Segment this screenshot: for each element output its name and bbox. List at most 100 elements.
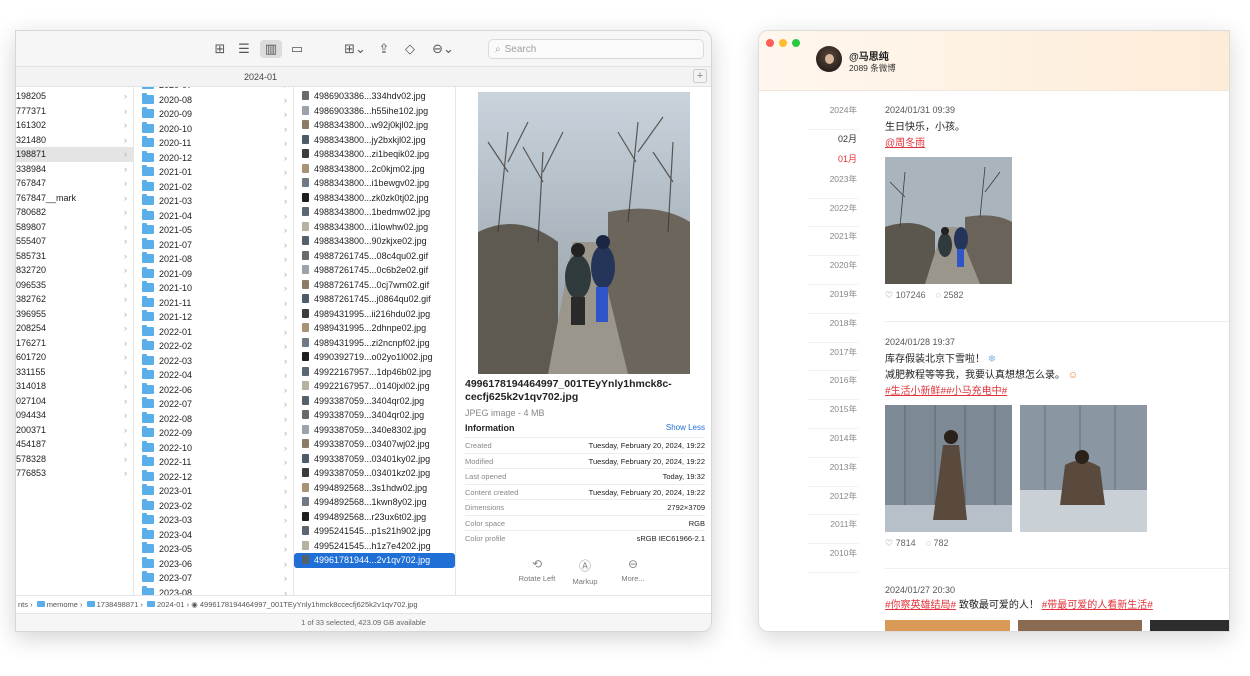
- file-row[interactable]: 4995241545...p1s21h902.jpg: [294, 524, 455, 539]
- folder-row[interactable]: 161302 ›: [16, 118, 133, 133]
- file-row[interactable]: 4986903386...334hdv02.jpg: [294, 89, 455, 104]
- column-1[interactable]: 198205 › 777371 › 161302 › 321480 › 198871 › 33898…: [16, 87, 134, 595]
- folder-row[interactable]: 2022-07 ›: [134, 397, 293, 412]
- folder-row[interactable]: 2021-11 ›: [134, 295, 293, 311]
- folder-row[interactable]: 2022-11 ›: [134, 455, 293, 470]
- folder-row[interactable]: 027104 ›: [16, 394, 133, 409]
- year-nav-item[interactable]: 2017年: [807, 343, 859, 372]
- file-row[interactable]: 4988343800...90zkjxe02.jpg: [294, 234, 455, 249]
- file-row[interactable]: 4988343800...i1lowhw02.jpg: [294, 220, 455, 235]
- tag-icon[interactable]: ◇: [402, 40, 418, 58]
- file-row[interactable]: 4993387059...03401ky02.jpg: [294, 452, 455, 467]
- more-actions-icon[interactable]: ⊖⌄: [430, 40, 456, 58]
- folder-row[interactable]: 2020-10 ›: [134, 121, 293, 137]
- year-nav-item[interactable]: 2024年: [807, 101, 859, 130]
- folder-row[interactable]: 200371 ›: [16, 423, 133, 438]
- year-nav-item[interactable]: 2020年: [807, 256, 859, 285]
- more-button[interactable]: ⊖ More...: [603, 557, 663, 583]
- folder-row[interactable]: 2023-02 ›: [134, 498, 293, 514]
- crumb-3[interactable]: 2024-01: [157, 600, 185, 609]
- crumb-0[interactable]: nts: [18, 600, 28, 609]
- minimize-window-button[interactable]: [779, 39, 787, 47]
- folder-row[interactable]: 2021-03 ›: [134, 194, 293, 209]
- folder-row[interactable]: 2021-08 ›: [134, 252, 293, 267]
- file-row[interactable]: 49922167957...0140jxl02.jpg: [294, 379, 455, 394]
- folder-row[interactable]: 585731 ›: [16, 249, 133, 264]
- folder-row[interactable]: 096535 ›: [16, 278, 133, 293]
- year-nav-item[interactable]: 2022年: [807, 199, 859, 228]
- year-nav-item[interactable]: 2012年: [807, 487, 859, 516]
- file-row[interactable]: 4988343800...zk0zk0tj02.jpg: [294, 191, 455, 206]
- folder-row[interactable]: 589807 ›: [16, 220, 133, 235]
- folder-row[interactable]: 2020-11 ›: [134, 136, 293, 151]
- year-nav-item[interactable]: 2014年: [807, 429, 859, 458]
- file-row[interactable]: 4993387059...3404qr02.jpg: [294, 408, 455, 423]
- crumb-4[interactable]: 4996178194464997_001TEyYnly1hmck8ccecfj6…: [200, 600, 418, 609]
- folder-row[interactable]: 2021-07 ›: [134, 237, 293, 253]
- folder-row[interactable]: 454187 ›: [16, 437, 133, 452]
- folder-row[interactable]: 382762 ›: [16, 292, 133, 307]
- folder-row[interactable]: 2022-09 ›: [134, 426, 293, 441]
- year-nav-item[interactable]: 2011年: [807, 515, 859, 545]
- folder-row[interactable]: 2023-05 ›: [134, 542, 293, 557]
- group-by-icon[interactable]: ⊞⌄: [342, 40, 368, 58]
- folder-row[interactable]: 767847 ›: [16, 176, 133, 191]
- folder-row[interactable]: 198871 ›: [16, 147, 133, 162]
- like-button[interactable]: ♡ 7814: [885, 538, 916, 549]
- file-row[interactable]: 4993387059...3404qr02.jpg: [294, 394, 455, 409]
- folder-row[interactable]: 2023-06 ›: [134, 556, 293, 572]
- folder-row[interactable]: 777371 ›: [16, 104, 133, 119]
- folder-row[interactable]: 338984 ›: [16, 162, 133, 177]
- post-image[interactable]: [885, 620, 1010, 631]
- show-less-link[interactable]: Show Less: [666, 423, 705, 432]
- file-row[interactable]: 49887261745...0cj7wm02.gif: [294, 278, 455, 293]
- file-row[interactable]: 4990392719...o02yo1l002.jpg: [294, 350, 455, 365]
- folder-row[interactable]: 601720 ›: [16, 350, 133, 365]
- column-3[interactable]: 4986903386...334hdv02.jpg 4986903386...h5…: [294, 87, 456, 595]
- file-row[interactable]: 49887261745...j0864qu02.gif: [294, 292, 455, 307]
- folder-row[interactable]: 776853 ›: [16, 466, 133, 481]
- folder-row[interactable]: 2021-02 ›: [134, 179, 293, 195]
- folder-row[interactable]: 2023-08 ›: [134, 585, 293, 595]
- folder-row[interactable]: 176271 ›: [16, 336, 133, 351]
- year-nav-item[interactable]: 2021年: [807, 227, 859, 257]
- file-row[interactable]: 4988343800...1bedmw02.jpg: [294, 205, 455, 220]
- post-image[interactable]: [885, 157, 1012, 284]
- crumb-1[interactable]: memome: [47, 600, 78, 609]
- search-field[interactable]: ⌕ Search: [488, 39, 704, 59]
- year-nav-item[interactable]: 2015年: [807, 400, 859, 429]
- folder-row[interactable]: 555407 ›: [16, 234, 133, 249]
- file-row[interactable]: 4989431995...ii216hdu02.jpg: [294, 307, 455, 322]
- folder-row[interactable]: 2022-10 ›: [134, 440, 293, 456]
- hashtag-link[interactable]: #你察英雄结局#: [885, 600, 956, 611]
- year-nav-item[interactable]: 2010年: [807, 544, 859, 573]
- folder-row[interactable]: 2023-07 ›: [134, 571, 293, 586]
- year-nav-item[interactable]: 2016年: [807, 371, 859, 401]
- file-row[interactable]: 4988343800...w92j0kjl02.jpg: [294, 118, 455, 133]
- crumb-2[interactable]: 1738498871: [97, 600, 139, 609]
- year-nav-item[interactable]: 2018年: [807, 314, 859, 343]
- file-row[interactable]: 49887261745...08c4qu02.gif: [294, 249, 455, 264]
- post-image[interactable]: [1017, 620, 1143, 631]
- folder-row[interactable]: 2022-04 ›: [134, 368, 293, 383]
- folder-row[interactable]: 832720 ›: [16, 263, 133, 278]
- file-row[interactable]: 4989431995...zi2ncnpf02.jpg: [294, 336, 455, 351]
- hashtag-link[interactable]: #生活小新鲜##小马充电中#: [885, 384, 1229, 399]
- gallery-view-icon[interactable]: ▭: [288, 40, 306, 58]
- new-tab-button[interactable]: +: [693, 69, 707, 83]
- file-row[interactable]: 49961781944...2v1qv702.jpg: [294, 553, 455, 568]
- list-view-icon[interactable]: ☰: [236, 40, 252, 58]
- year-nav-item[interactable]: 02月: [807, 130, 859, 150]
- file-row[interactable]: 4988343800...jy2bxkjl02.jpg: [294, 133, 455, 148]
- folder-row[interactable]: 331155 ›: [16, 365, 133, 380]
- file-row[interactable]: 4988343800...i1bewgv02.jpg: [294, 176, 455, 191]
- folder-row[interactable]: 208254 ›: [16, 321, 133, 336]
- avatar[interactable]: [816, 46, 842, 72]
- comment-button[interactable]: ◌ 782: [926, 538, 949, 549]
- year-nav-item[interactable]: 2023年: [807, 170, 859, 199]
- file-row[interactable]: 4995241545...h1z7e4202.jpg: [294, 539, 455, 554]
- folder-row[interactable]: 2023-03 ›: [134, 513, 293, 528]
- year-nav-item[interactable]: 2019年: [807, 285, 859, 314]
- folder-row[interactable]: 321480 ›: [16, 133, 133, 148]
- folder-row[interactable]: 2020-08 ›: [134, 92, 293, 108]
